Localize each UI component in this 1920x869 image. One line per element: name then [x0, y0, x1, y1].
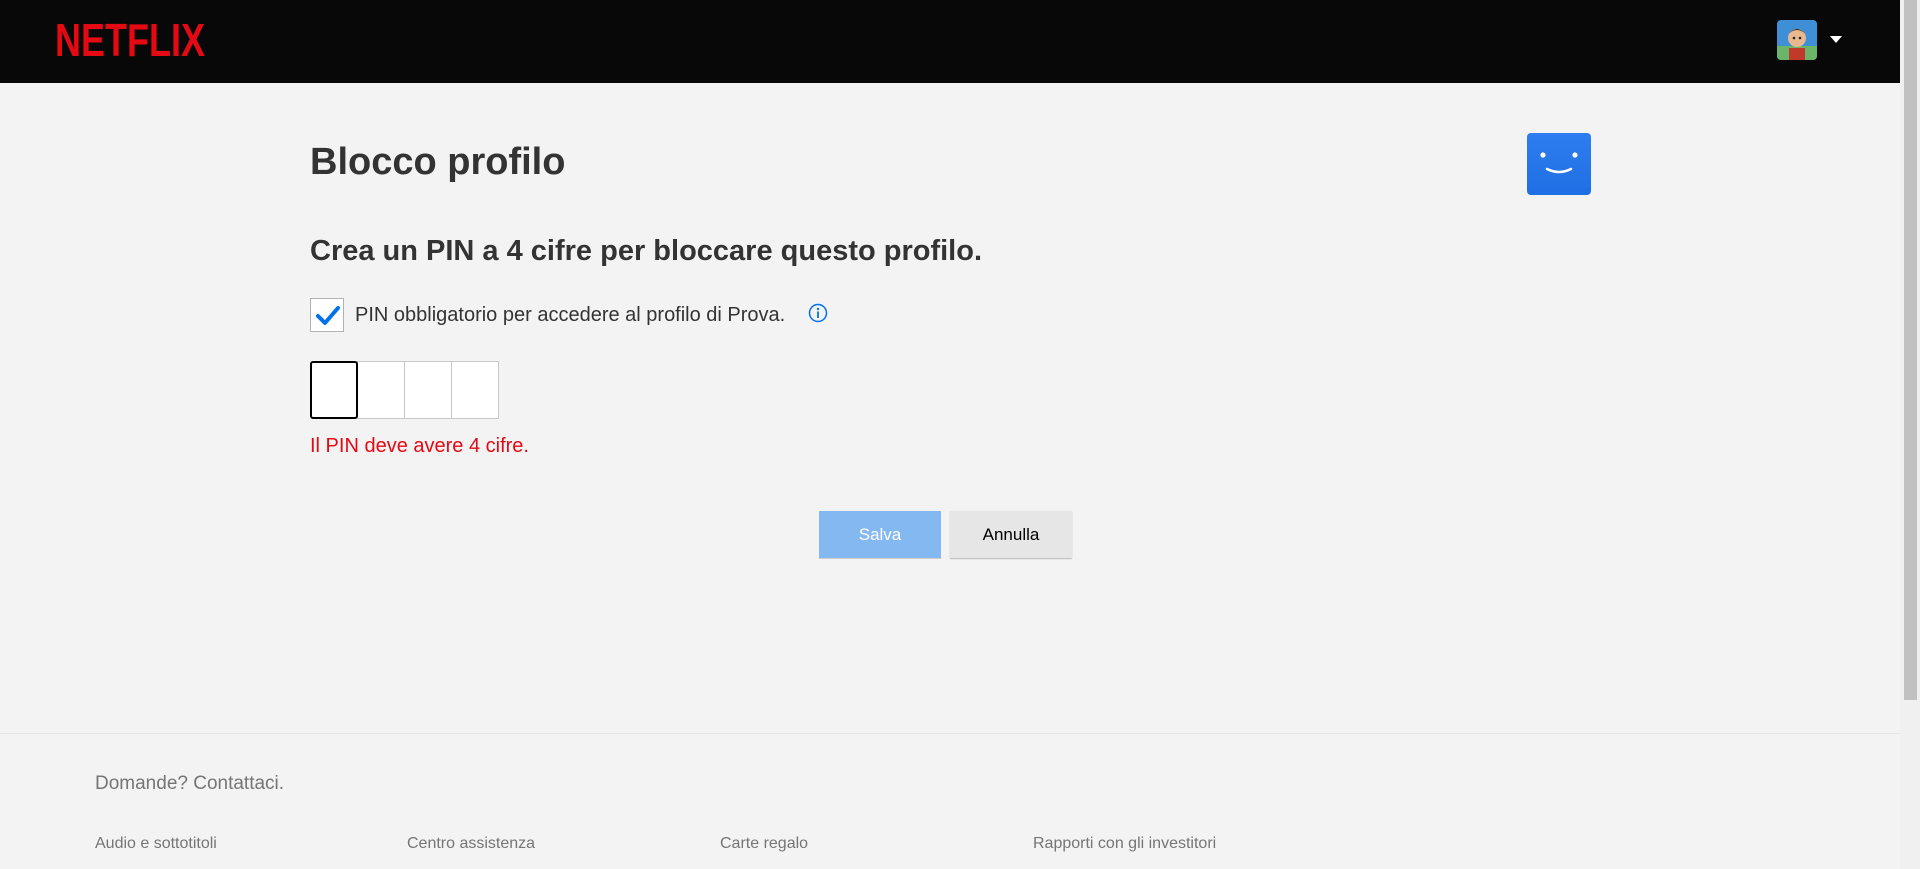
profile-avatar-icon[interactable]: [1777, 20, 1817, 60]
caret-down-icon[interactable]: [1830, 36, 1842, 43]
logo-text: NETFLIX: [55, 18, 205, 60]
pin-digit-2[interactable]: [357, 361, 405, 419]
footer-link-audio-subtitles[interactable]: Audio e sottotitoli: [95, 835, 217, 853]
pin-required-checkbox[interactable]: [310, 298, 344, 332]
profile-smiley-icon: [1527, 133, 1591, 195]
footer-link-gift-cards[interactable]: Carte regalo: [720, 835, 808, 853]
pin-input-group: [310, 361, 499, 419]
pin-required-label: PIN obbligatorio per accedere al profilo…: [355, 304, 786, 326]
pin-digit-1[interactable]: [310, 361, 358, 419]
footer-contact-link[interactable]: Domande? Contattaci.: [95, 773, 284, 795]
top-header: NETFLIX: [0, 0, 1900, 83]
checkmark-icon: [316, 306, 340, 325]
save-button[interactable]: Salva: [819, 511, 941, 558]
footer-divider: [0, 733, 1900, 734]
scrollbar-thumb[interactable]: [1904, 0, 1917, 700]
pin-instruction: Crea un PIN a 4 cifre per bloccare quest…: [310, 235, 983, 267]
pin-digit-3[interactable]: [404, 361, 452, 419]
footer-link-investor-relations[interactable]: Rapporti con gli investitori: [1033, 835, 1216, 853]
netflix-logo[interactable]: NETFLIX: [55, 18, 205, 60]
scrollbar[interactable]: [1900, 0, 1920, 869]
page-title: Blocco profilo: [310, 141, 566, 183]
footer-link-help-center[interactable]: Centro assistenza: [407, 835, 535, 853]
info-icon[interactable]: [808, 303, 828, 323]
pin-error-message: Il PIN deve avere 4 cifre.: [310, 435, 529, 457]
cancel-button[interactable]: Annulla: [950, 511, 1072, 558]
pin-digit-4[interactable]: [451, 361, 499, 419]
